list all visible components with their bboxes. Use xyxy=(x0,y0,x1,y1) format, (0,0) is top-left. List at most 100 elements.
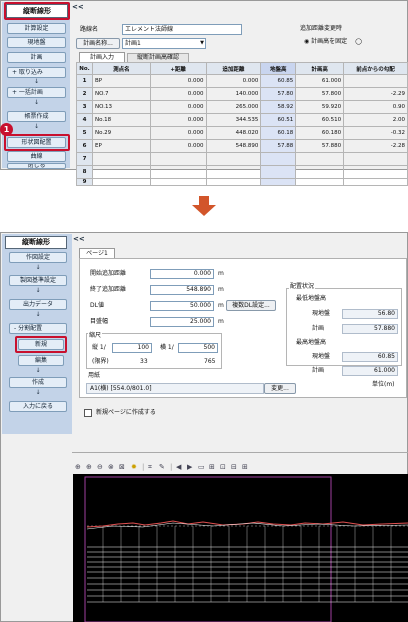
cell-plus-distance[interactable] xyxy=(149,152,207,166)
sidebar-close[interactable]: 閉じる xyxy=(7,163,66,169)
cell-plan-height[interactable] xyxy=(295,165,345,179)
cell-plan-height[interactable] xyxy=(295,152,345,166)
cell-plus-distance[interactable]: 0.000 xyxy=(149,100,207,114)
zoom-in-icon[interactable]: ⊕ xyxy=(86,463,92,471)
multi-dl-button[interactable]: 複数DL設定... xyxy=(226,300,276,311)
cell-gradient xyxy=(343,74,408,88)
cell-added-distance[interactable]: 344.535 xyxy=(205,113,262,127)
sidebar-split-layout[interactable]: - 分割配置 xyxy=(9,323,67,334)
cell-plus-distance[interactable]: 0.000 xyxy=(149,113,207,127)
cell-station[interactable] xyxy=(91,165,151,179)
dl-input[interactable]: 50.000 xyxy=(150,301,214,311)
tab-plan-check[interactable]: 縦断計画高確認 xyxy=(127,53,189,62)
cell-gradient xyxy=(343,165,408,179)
cell-station[interactable]: No.29 xyxy=(91,126,151,140)
cell-added-distance[interactable] xyxy=(205,152,262,166)
measure-icon[interactable]: ⌗ xyxy=(148,463,152,472)
cell-plan-height[interactable]: 60.510 xyxy=(295,113,345,127)
cell-added-distance[interactable] xyxy=(205,165,262,179)
cell-plan-height[interactable]: 60.180 xyxy=(295,126,345,140)
grid-width-input[interactable]: 25.000 xyxy=(150,317,214,327)
sidebar-back-to-input[interactable]: 入力に戻る xyxy=(9,401,67,412)
vertical-scale-input[interactable]: 100 xyxy=(112,343,152,353)
table-row[interactable]: 4 No.18 0.000 344.535 60.51 60.510 2.00 xyxy=(76,113,408,127)
tab-plan-input[interactable]: 計画入力 xyxy=(79,52,125,62)
cell-station[interactable]: NO.13 xyxy=(91,100,151,114)
cell-plan-height[interactable] xyxy=(295,178,345,186)
sidebar-ground[interactable]: 現地盤 xyxy=(7,37,66,48)
start-distance-input[interactable]: 0.000 xyxy=(150,269,214,279)
table-row[interactable]: 6 EP 0.000 548.890 57.88 57.880 -2.28 xyxy=(76,139,408,153)
radio-fix-plan[interactable]: ◉ 計画高を固定 ◯ xyxy=(304,36,362,45)
cell-station[interactable]: NO.7 xyxy=(91,87,151,101)
layer-icon[interactable]: ⊡ xyxy=(220,463,226,471)
horizontal-scale-input[interactable]: 500 xyxy=(178,343,218,353)
table-row[interactable]: 8 xyxy=(76,165,408,179)
col-station: 測点名 xyxy=(91,62,151,75)
zoom-area-icon[interactable]: ⊗ xyxy=(108,463,114,471)
top-collapse-button[interactable]: << xyxy=(72,3,84,11)
bulb-icon[interactable]: ✹ xyxy=(131,463,137,471)
grid-icon[interactable]: ⊞ xyxy=(209,463,215,471)
route-input[interactable]: エレメント法師線 xyxy=(122,24,242,35)
sidebar-calc-settings[interactable]: 計算設定 xyxy=(7,23,66,34)
cell-added-distance[interactable] xyxy=(205,178,262,186)
cell-plan-height[interactable]: 57.880 xyxy=(295,139,345,153)
sidebar-batch-plan[interactable]: + 一括計画 xyxy=(7,87,66,98)
table-row[interactable]: 5 No.29 0.000 448.020 60.18 60.180 -0.32 xyxy=(76,126,408,140)
plan-table: No. 測点名 +距離 追加距離 地盤高 計画高 前点からの勾配 1 BP 0.00… xyxy=(76,62,408,186)
end-distance-input[interactable]: 548.890 xyxy=(150,285,214,295)
max-ground-plan-value: 61.000 xyxy=(342,366,398,376)
zoom-icon[interactable]: ⊕ xyxy=(75,463,81,471)
cell-plus-distance[interactable]: 0.000 xyxy=(149,87,207,101)
sidebar-drafting-standard[interactable]: 製図基準設定 xyxy=(9,275,67,286)
table-row[interactable]: 3 NO.13 0.000 265.000 58.92 59.920 0.90 xyxy=(76,100,408,114)
cell-plus-distance[interactable]: 0.000 xyxy=(149,126,207,140)
sidebar-draw-settings[interactable]: 作図設定 xyxy=(9,252,67,263)
cell-plan-height[interactable]: 61.000 xyxy=(295,74,345,88)
cell-ground-height: 57.80 xyxy=(260,87,297,101)
cell-plan-height[interactable]: 59.920 xyxy=(295,100,345,114)
fit-window-icon[interactable]: ⊠ xyxy=(119,463,125,471)
cell-plus-distance[interactable] xyxy=(149,178,207,186)
sidebar-plan[interactable]: 計画 xyxy=(7,52,66,63)
cell-ground-height xyxy=(260,152,297,166)
radio-other-icon[interactable]: ◯ xyxy=(355,38,362,45)
cell-added-distance[interactable]: 265.000 xyxy=(205,100,262,114)
cell-added-distance[interactable]: 448.020 xyxy=(205,126,262,140)
cell-plus-distance[interactable]: 0.000 xyxy=(149,139,207,153)
edit-icon[interactable]: ✎ xyxy=(159,463,165,471)
cell-added-distance[interactable]: 548.890 xyxy=(205,139,262,153)
zoom-out-icon[interactable]: ⊖ xyxy=(97,463,103,471)
page-icon[interactable]: ▭ xyxy=(198,463,205,471)
table-row[interactable]: 2 NO.7 0.000 140.000 57.80 57.800 -2.29 xyxy=(76,87,408,101)
table-row[interactable]: 9 xyxy=(76,178,408,186)
sidebar-import[interactable]: + 取り込み xyxy=(7,67,66,78)
sidebar-create[interactable]: 作成 xyxy=(9,377,67,388)
plan-name-button[interactable]: 計画名称... xyxy=(76,38,120,49)
table-row[interactable]: 7 xyxy=(76,152,408,166)
frame-icon[interactable]: ⊟ xyxy=(231,463,237,471)
next-icon[interactable]: ▶ xyxy=(187,463,192,471)
cell-station[interactable] xyxy=(91,152,151,166)
prev-icon[interactable]: ◀ xyxy=(176,463,181,471)
change-paper-button[interactable]: 変更... xyxy=(264,383,296,394)
cell-added-distance[interactable]: 0.000 xyxy=(205,74,262,88)
cell-station[interactable]: No.18 xyxy=(91,113,151,127)
cell-plus-distance[interactable]: 0.000 xyxy=(149,74,207,88)
cell-station[interactable] xyxy=(91,178,151,186)
sidebar-edit[interactable]: 編集 xyxy=(18,355,64,366)
cell-plan-height[interactable]: 57.800 xyxy=(295,87,345,101)
sidebar-report[interactable]: 帳票作成 xyxy=(7,111,66,122)
print-icon[interactable]: ⊞ xyxy=(242,463,248,471)
cell-station[interactable]: EP xyxy=(91,139,151,153)
plan-select[interactable]: 計画1 ▼ xyxy=(122,38,206,49)
sidebar-output-data[interactable]: 出力データ xyxy=(9,299,67,310)
new-page-checkbox[interactable] xyxy=(84,409,92,417)
cell-added-distance[interactable]: 140.000 xyxy=(205,87,262,101)
cell-station[interactable]: BP xyxy=(91,74,151,88)
sidebar-curve[interactable]: 曲線 xyxy=(7,151,66,162)
bottom-collapse-button[interactable]: << xyxy=(73,235,85,243)
table-row[interactable]: 1 BP 0.000 0.000 60.85 61.000 xyxy=(76,74,408,88)
cell-plus-distance[interactable] xyxy=(149,165,207,179)
